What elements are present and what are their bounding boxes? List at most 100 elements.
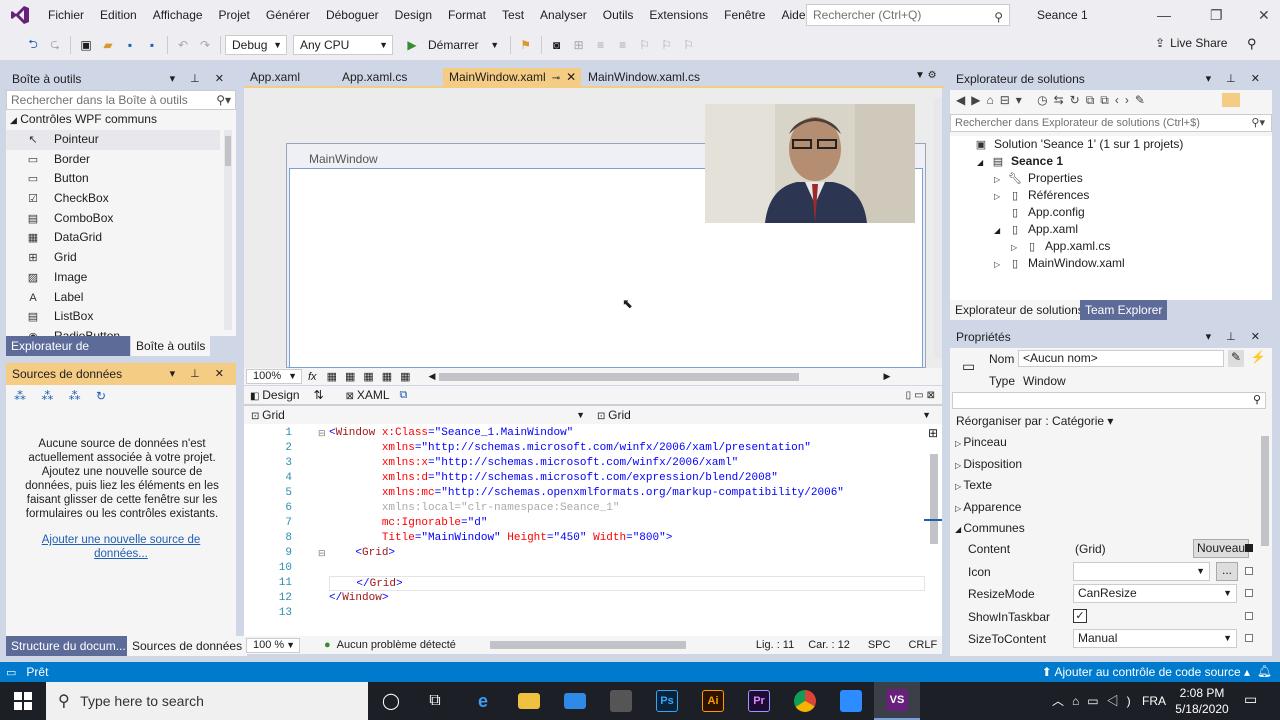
- file-explorer-icon[interactable]: [506, 682, 552, 720]
- events-icon[interactable]: ⚡: [1250, 350, 1266, 367]
- collapse-icon[interactable]: ⊟: [318, 428, 326, 439]
- property-category[interactable]: ▷ Apparence: [955, 500, 1021, 514]
- chevron-down-icon[interactable]: ▼: [485, 34, 505, 56]
- designer-hscroll-thumb[interactable]: [439, 372, 800, 381]
- toolbox-item-button[interactable]: ▭ Button: [6, 169, 220, 189]
- expand-arrow-icon[interactable]: ◢: [994, 222, 1008, 239]
- toolbox-item-border[interactable]: ▭ Border: [6, 150, 220, 170]
- tab-data-sources[interactable]: Sources de données: [127, 636, 248, 656]
- tab-mainwindow-xaml[interactable]: MainWindow.xaml ⊸ ✕: [443, 68, 581, 88]
- designer-surface[interactable]: MainWindow ⬉: [244, 88, 942, 368]
- photoshop-icon[interactable]: Ps: [644, 682, 690, 720]
- toolbox-item-pointeur[interactable]: ↖ Pointeur: [6, 130, 220, 150]
- right-scope-dropdown[interactable]: ⊡ Grid ▼: [590, 407, 936, 424]
- system-tray-icons[interactable]: ︿⌂▭◁): [1052, 692, 1139, 709]
- solution-search-input[interactable]: Rechercher dans Explorateur de solutions…: [950, 114, 1272, 132]
- property-marker[interactable]: [1245, 611, 1253, 620]
- open-folder-icon[interactable]: ▰: [98, 34, 118, 56]
- edge-icon[interactable]: e: [460, 682, 506, 720]
- property-category[interactable]: ▷ Texte: [955, 478, 992, 492]
- name-field[interactable]: <Aucun nom>: [1018, 350, 1224, 367]
- menu-item-fenêtre[interactable]: Fenêtre: [716, 0, 773, 30]
- tab-solution-explorer[interactable]: Explorateur de solutions: [950, 300, 1089, 320]
- save-icon[interactable]: ▪: [120, 34, 140, 56]
- menu-item-projet[interactable]: Projet: [211, 0, 258, 30]
- menu-item-edition[interactable]: Edition: [92, 0, 145, 30]
- uncomment-icon[interactable]: ≡: [613, 34, 633, 56]
- pane-controls-icon[interactable]: ▾ ⊥ ✕: [1206, 68, 1266, 90]
- back-icon[interactable]: ⮌: [23, 34, 43, 56]
- action-center-icon[interactable]: ▭: [1244, 691, 1257, 708]
- toolbox-group-header[interactable]: ◢ Contrôles WPF communs: [10, 112, 157, 126]
- next-bookmark-icon[interactable]: ⚐: [679, 34, 699, 56]
- store-icon[interactable]: [598, 682, 644, 720]
- notifications-bell-icon[interactable]: 🔔︎: [1257, 664, 1272, 678]
- expand-arrow-icon[interactable]: ◢: [977, 154, 991, 171]
- expand-arrow-icon[interactable]: ▷: [994, 256, 1008, 273]
- fx-icon[interactable]: fx: [308, 371, 317, 383]
- menu-item-design[interactable]: Design: [387, 0, 440, 30]
- prev-bookmark-icon[interactable]: ⚐: [657, 34, 677, 56]
- bookmark-icon[interactable]: ⊞: [569, 34, 589, 56]
- solution-tree-item[interactable]: ◢ ▯ App.xaml: [950, 221, 1272, 238]
- active-tool-icon[interactable]: [1222, 93, 1240, 107]
- property-value-dropdown[interactable]: Manual ▼: [1073, 629, 1237, 648]
- datasource-toolbar-icons[interactable]: ⁂ ⁂ ⁂ ↻: [14, 389, 112, 403]
- property-category[interactable]: ▷ Disposition: [955, 457, 1022, 471]
- cortana-icon[interactable]: ◯: [368, 682, 414, 720]
- tab-server-explorer[interactable]: Explorateur de serveurs: [6, 336, 130, 373]
- input-language[interactable]: FRA: [1142, 694, 1166, 708]
- property-marker[interactable]: [1245, 589, 1253, 597]
- property-marker[interactable]: [1245, 634, 1253, 642]
- notification-icon[interactable]: ▭: [6, 666, 16, 679]
- toolbox-scrollbar[interactable]: [224, 130, 232, 330]
- solution-tree-item[interactable]: ▷ ▯ MainWindow.xaml: [950, 255, 1272, 272]
- menu-item-affichage[interactable]: Affichage: [145, 0, 211, 30]
- live-share-button[interactable]: ⇪ Live Share: [1155, 36, 1227, 50]
- code-vscroll-thumb[interactable]: [930, 454, 938, 544]
- search-input[interactable]: Rechercher (Ctrl+Q) ⚲: [806, 4, 1010, 26]
- tab-design[interactable]: ◧ Design: [250, 388, 300, 402]
- source-control-button[interactable]: ⬆ Ajouter au contrôle de code source ▴: [1042, 665, 1250, 679]
- expand-arrow-icon[interactable]: ▷: [994, 171, 1008, 188]
- hot-reload-icon[interactable]: ⚑: [516, 34, 536, 56]
- code-zoom-dropdown[interactable]: 100 % ▼: [246, 637, 300, 653]
- swap-panes-icon[interactable]: ⇅: [314, 388, 324, 402]
- pane-controls-icon[interactable]: ▾ ⊥ ✕: [170, 68, 230, 90]
- browse-button[interactable]: ...: [1216, 561, 1238, 581]
- solution-tree-item[interactable]: ▷ 🔧︎ Properties: [950, 170, 1272, 187]
- save-all-icon[interactable]: ▪: [142, 34, 162, 56]
- tab-team-explorer[interactable]: Team Explorer: [1080, 300, 1168, 320]
- clock[interactable]: 2:08 PM 5/18/2020: [1170, 685, 1234, 717]
- solution-tree-item[interactable]: ▷ ▯ Références: [950, 187, 1272, 204]
- tab-toolbox[interactable]: Boîte à outils: [131, 336, 211, 356]
- pane-controls-icon[interactable]: ▾ ⊥ ✕: [170, 363, 230, 385]
- add-datasource-link[interactable]: Ajouter une nouvelle source de données..…: [36, 533, 206, 561]
- menu-item-fichier[interactable]: Fichier: [40, 0, 92, 30]
- toolbox-item-image[interactable]: ▨ Image: [6, 268, 220, 288]
- menu-item-format[interactable]: Format: [440, 0, 494, 30]
- forward-icon[interactable]: ⮎: [45, 34, 65, 56]
- comment-icon[interactable]: ≡: [591, 34, 611, 56]
- collapse-icon[interactable]: ⊟: [318, 548, 326, 559]
- menu-item-outils[interactable]: Outils: [595, 0, 642, 30]
- flag-icon[interactable]: ⚐: [635, 34, 655, 56]
- property-marker[interactable]: [1245, 566, 1253, 575]
- tab-app-xaml[interactable]: App.xaml: [244, 68, 306, 86]
- toolbox-item-listbox[interactable]: ▤ ListBox: [6, 307, 220, 327]
- pane-controls-icon[interactable]: ▾ ⊥ ✕: [1206, 326, 1266, 348]
- pin-icon[interactable]: ⊸: [552, 73, 560, 84]
- taskbar-search-input[interactable]: ⚲ Type here to search: [46, 682, 368, 720]
- mail-icon[interactable]: [552, 682, 598, 720]
- chrome-icon[interactable]: [782, 682, 828, 720]
- close-tab-icon[interactable]: ✕: [566, 70, 576, 84]
- premiere-icon[interactable]: Pr: [736, 682, 782, 720]
- undo-icon[interactable]: ↶: [173, 34, 193, 56]
- scroll-right-icon[interactable]: ▶: [883, 371, 890, 382]
- menu-item-générer[interactable]: Générer: [258, 0, 318, 30]
- windows-start-icon[interactable]: [0, 682, 46, 720]
- property-value-dropdown[interactable]: CanResize ▼: [1073, 584, 1237, 603]
- new-content-button[interactable]: Nouveau: [1193, 539, 1250, 558]
- toolbox-item-datagrid[interactable]: ▦ DataGrid: [6, 228, 220, 248]
- toolbox-item-grid[interactable]: ⊞ Grid: [6, 248, 220, 268]
